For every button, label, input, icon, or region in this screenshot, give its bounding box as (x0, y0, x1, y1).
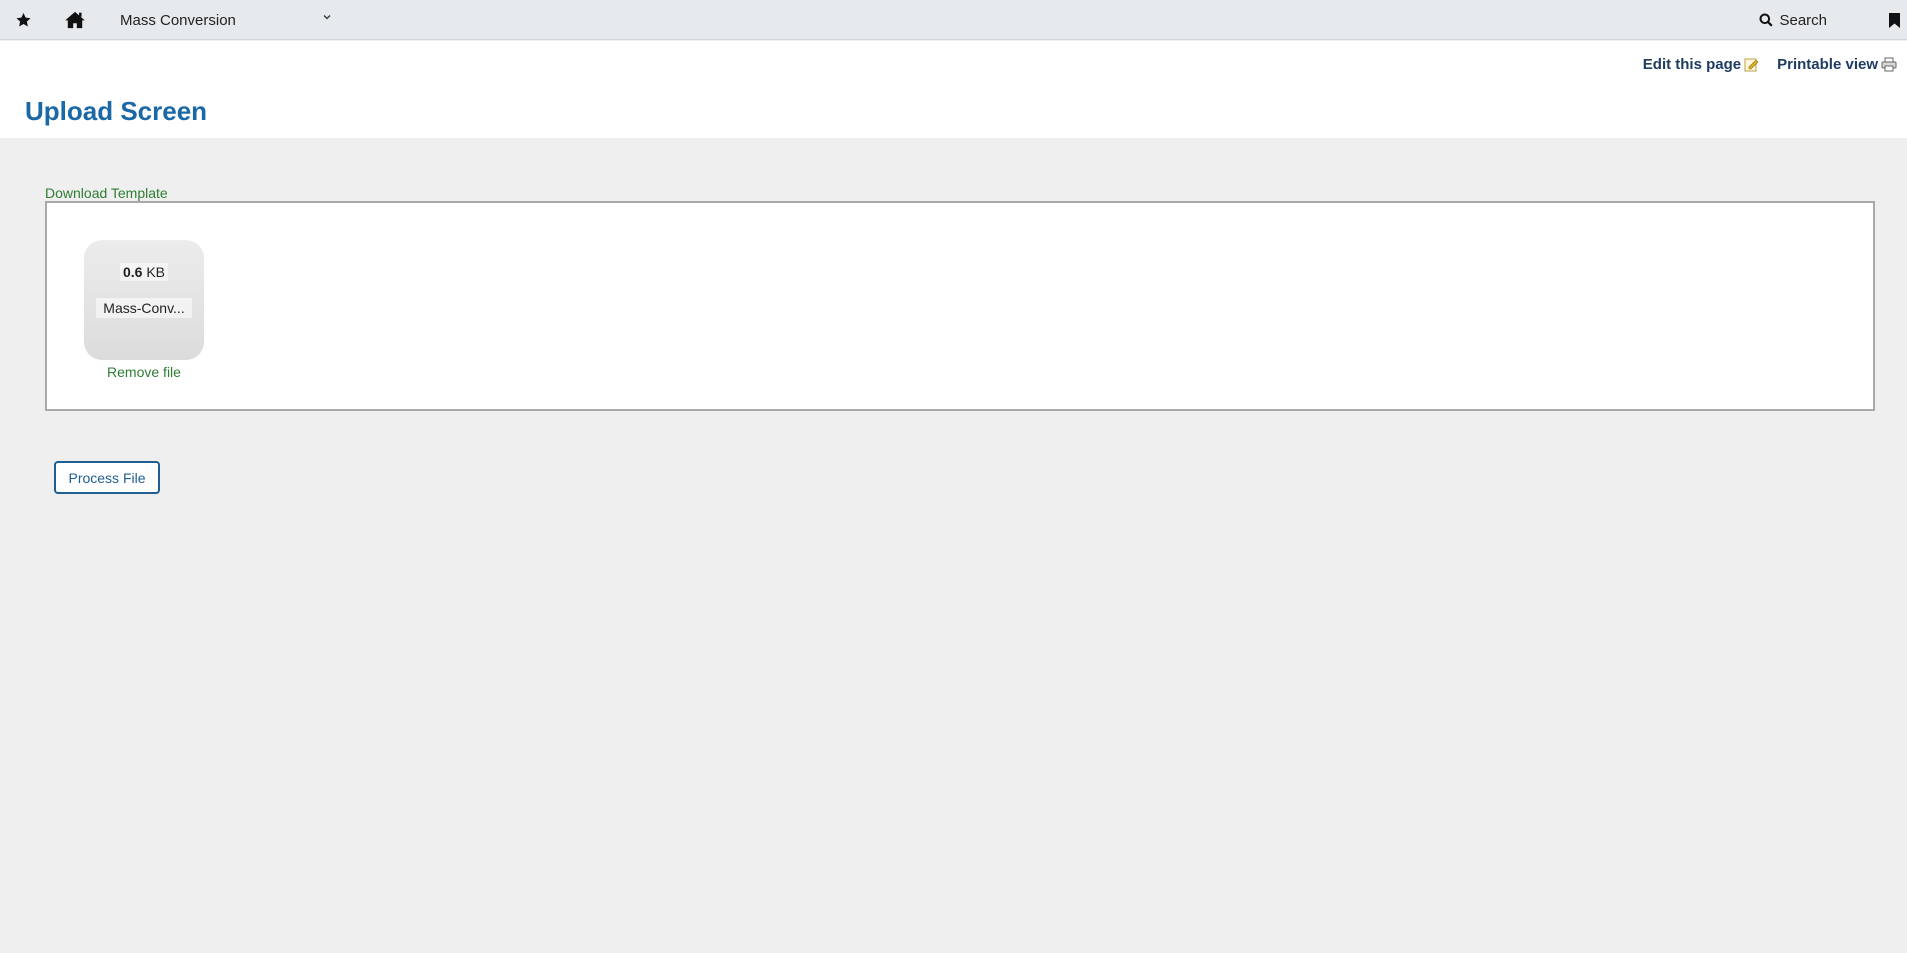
printer-icon (1881, 57, 1897, 72)
file-dropzone[interactable]: 0.6 KB Mass-Conv... Remove file (45, 201, 1875, 411)
search-label: Search (1779, 11, 1827, 29)
bookmark-button[interactable] (1887, 0, 1901, 40)
edit-page-link[interactable]: Edit this page (1643, 56, 1759, 73)
file-size: 0.6 KB (84, 263, 204, 281)
edit-icon (1744, 58, 1759, 72)
file-size-value: 0.6 (122, 264, 143, 280)
printable-view-link[interactable]: Printable view (1777, 56, 1897, 73)
bookmark-icon (1888, 12, 1900, 28)
edit-page-label: Edit this page (1642, 56, 1742, 73)
star-icon (16, 13, 30, 27)
top-navigation-bar: Mass Conversion Search (0, 0, 1907, 40)
page-title: Upload Screen (25, 96, 208, 126)
search-icon (1759, 13, 1774, 27)
module-selector[interactable]: Mass Conversion (112, 8, 332, 32)
file-preview-card: 0.6 KB Mass-Conv... (84, 240, 204, 360)
file-name: Mass-Conv... (96, 298, 192, 318)
home-button[interactable] (62, 0, 88, 40)
page-actions: Edit this page Printable view (1643, 56, 1897, 73)
printable-view-label: Printable view (1777, 56, 1878, 73)
chevron-down-icon (323, 15, 331, 20)
file-size-unit: KB (146, 264, 166, 280)
remove-file-link[interactable]: Remove file (84, 364, 204, 380)
page-header: Edit this page Printable view Upload Scr… (0, 41, 1907, 138)
favorites-button[interactable] (12, 0, 34, 40)
download-template-link[interactable]: Download Template (45, 185, 168, 201)
module-selector-label: Mass Conversion (120, 11, 236, 29)
process-file-button[interactable]: Process File (54, 461, 160, 494)
home-icon (65, 11, 85, 29)
search-button[interactable]: Search (1759, 0, 1827, 40)
